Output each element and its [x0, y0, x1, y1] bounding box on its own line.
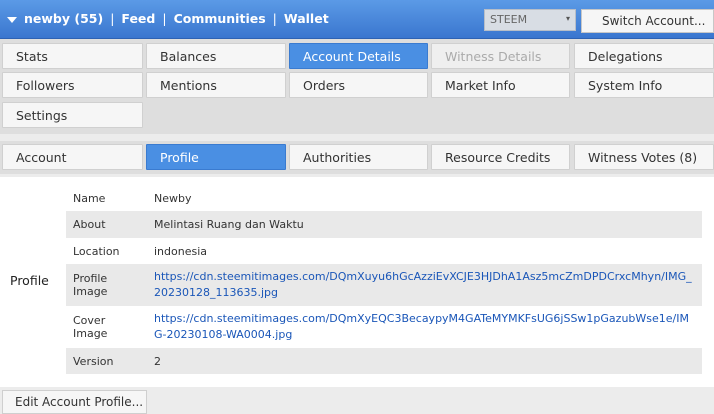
tab-witness-details: Witness Details — [431, 43, 570, 69]
profile-image-link[interactable]: https://cdn.steemitimages.com/DQmXuyu6hG… — [154, 270, 692, 299]
row-key-version: Version — [73, 354, 114, 368]
profile-panel: Profile Name Newby About Melintasi Ruang… — [0, 177, 714, 387]
subtab-witness-votes[interactable]: Witness Votes (8) — [574, 144, 714, 170]
tab-settings[interactable]: Settings — [2, 102, 143, 128]
profile-section-label: Profile — [10, 273, 49, 288]
chevron-down-icon: ▾ — [565, 14, 570, 23]
coin-select-value: STEEM — [490, 13, 528, 26]
subtab-profile[interactable]: Profile — [146, 144, 286, 170]
cover-image-link[interactable]: https://cdn.steemitimages.com/DQmXyEQC3B… — [154, 312, 689, 341]
row-key-name: Name — [73, 191, 106, 205]
switch-account-button[interactable]: Switch Account... — [581, 9, 714, 33]
nav-separator: | — [162, 11, 167, 26]
row-value-about: Melintasi Ruang dan Waktu — [154, 218, 304, 231]
row-key-location: Location — [73, 244, 120, 258]
subtab-account[interactable]: Account — [2, 144, 143, 170]
table-row: About Melintasi Ruang dan Waktu — [66, 211, 702, 238]
subtab-resource-credits[interactable]: Resource Credits — [431, 144, 570, 170]
nav-separator: | — [110, 11, 115, 26]
row-key-profile-image: Profile Image — [73, 272, 108, 298]
tab-orders[interactable]: Orders — [289, 72, 428, 98]
tab-balances[interactable]: Balances — [146, 43, 286, 69]
dropdown-caret-icon[interactable] — [7, 17, 17, 23]
tab-mentions[interactable]: Mentions — [146, 72, 286, 98]
tab-account-details[interactable]: Account Details — [289, 43, 428, 69]
tab-delegations[interactable]: Delegations — [574, 43, 714, 69]
top-nav: newby (55) | Feed | Communities | Wallet — [24, 11, 329, 26]
table-row: Name Newby — [66, 185, 702, 211]
table-row: Version 2 — [66, 348, 702, 374]
table-row: Cover Image https://cdn.steemitimages.co… — [66, 306, 702, 348]
tab-market-info[interactable]: Market Info — [431, 72, 570, 98]
row-value-location: indonesia — [154, 244, 208, 258]
subtab-authorities[interactable]: Authorities — [289, 144, 428, 170]
row-value-name: Newby — [154, 191, 192, 205]
tab-followers[interactable]: Followers — [2, 72, 143, 98]
tab-system-info[interactable]: System Info — [574, 72, 714, 98]
row-value-version: 2 — [154, 354, 161, 368]
nav-link-communities[interactable]: Communities — [174, 11, 266, 26]
row-key-about: About — [73, 218, 106, 231]
tab-stats[interactable]: Stats — [2, 43, 143, 69]
row-key-cover-image: Cover Image — [73, 314, 108, 340]
profile-table: Name Newby About Melintasi Ruang dan Wak… — [66, 185, 702, 374]
nav-link-feed[interactable]: Feed — [121, 11, 155, 26]
top-navigation-bar: newby (55) | Feed | Communities | Wallet STEEM… — [0, 0, 714, 39]
nav-link-wallet[interactable]: Wallet — [284, 11, 329, 26]
table-row: Profile Image https://cdn.steemitimages.… — [66, 264, 702, 306]
nav-separator: | — [272, 11, 277, 26]
coin-select[interactable]: STEEM ▾ — [484, 9, 576, 31]
edit-account-profile-button[interactable]: Edit Account Profile... — [2, 390, 147, 414]
table-row: Location indonesia — [66, 238, 702, 264]
account-menu-user[interactable]: newby (55) — [24, 11, 103, 26]
